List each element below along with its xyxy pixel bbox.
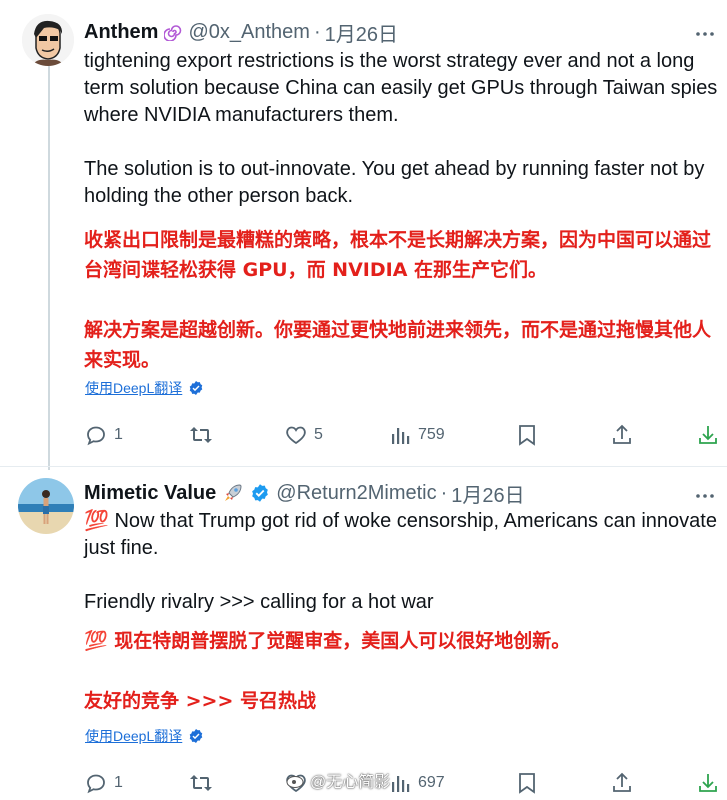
tweet-1-header: Anthem @0x_Anthem · 1月26日 [84,17,398,47]
views-icon [390,772,412,794]
views-button[interactable]: 759 [390,424,445,446]
tweet-date[interactable]: 1月26日 [325,18,398,47]
tweet-date[interactable]: 1月26日 [451,479,524,508]
weibo-icon [286,771,306,789]
views-button[interactable]: 697 [390,772,445,794]
avatar-anthem[interactable] [22,14,74,66]
tweet-text: tightening export restrictions is the wo… [84,50,718,207]
bookmark-button[interactable] [516,771,538,795]
thread-connector-line [48,66,50,470]
bookmark-button[interactable] [516,423,538,447]
like-count: 5 [314,426,323,443]
reply-icon [84,771,108,795]
tweet-divider [0,466,727,467]
tweet-2-header: Mimetic Value @Return2Mimetic · 1月26日 [84,478,525,508]
download-button[interactable] [696,771,720,795]
translate-link[interactable]: 使用DeepL翻译 [85,726,204,746]
retweet-button[interactable] [188,771,220,795]
tweet-text-body: Now that Trump got rid of woke censorshi… [84,510,717,613]
tweet-1-actions: 1 5 759 [84,420,724,450]
more-icon[interactable] [693,484,717,508]
verified-icon [188,380,204,396]
reply-count: 1 [114,426,123,443]
bookmark-icon [516,423,538,447]
views-count: 697 [418,774,445,791]
reply-button[interactable]: 1 [84,771,123,795]
spiral-icon [164,23,182,41]
share-button[interactable] [610,771,634,795]
translate-link[interactable]: 使用DeepL翻译 [85,378,204,398]
share-icon [610,423,634,447]
tweet-translation: 💯 现在特朗普摆脱了觉醒审查，美国人可以很好地创新。 友好的竞争 >>> 号召热… [84,630,571,712]
watermark-text: @无心简影 [310,774,391,791]
download-icon [696,771,720,795]
avatar-mimetic-value[interactable] [18,478,74,534]
reply-icon [84,423,108,447]
share-button[interactable] [610,423,634,447]
verified-icon [250,483,270,503]
author-handle[interactable]: @Return2Mimetic [276,482,436,505]
like-icon [284,423,308,447]
tweet-text: 💯 Now that Trump got rid of woke censors… [84,508,724,616]
more-icon[interactable] [693,22,717,46]
author-name[interactable]: Anthem [84,21,158,44]
retweet-button[interactable] [188,423,220,447]
weibo-watermark: @无心简影 [286,768,390,792]
retweet-icon [188,423,214,447]
views-icon [390,424,412,446]
reply-button[interactable]: 1 [84,423,123,447]
views-count: 759 [418,426,445,443]
retweet-icon [188,771,214,795]
reply-count: 1 [114,774,123,791]
bookmark-icon [516,771,538,795]
like-button[interactable]: 5 [284,423,323,447]
tweet-2-actions: 1 697 [84,768,724,798]
author-name[interactable]: Mimetic Value [84,482,216,505]
separator-dot: · [313,20,321,43]
translate-link-label[interactable]: 使用DeepL翻译 [85,378,182,398]
author-handle[interactable]: @0x_Anthem [188,21,309,44]
translate-link-label[interactable]: 使用DeepL翻译 [85,726,182,746]
separator-dot: · [440,481,448,504]
download-button[interactable] [696,423,720,447]
rocket-icon [222,482,244,504]
share-icon [610,771,634,795]
verified-icon [188,728,204,744]
tweet-translation: 收紧出口限制是最糟糕的策略，根本不是长期解决方案，因为中国可以通过台湾间谍轻松获… [84,229,712,371]
hundred-points-emoji: 💯 [84,510,109,532]
download-icon [696,423,720,447]
